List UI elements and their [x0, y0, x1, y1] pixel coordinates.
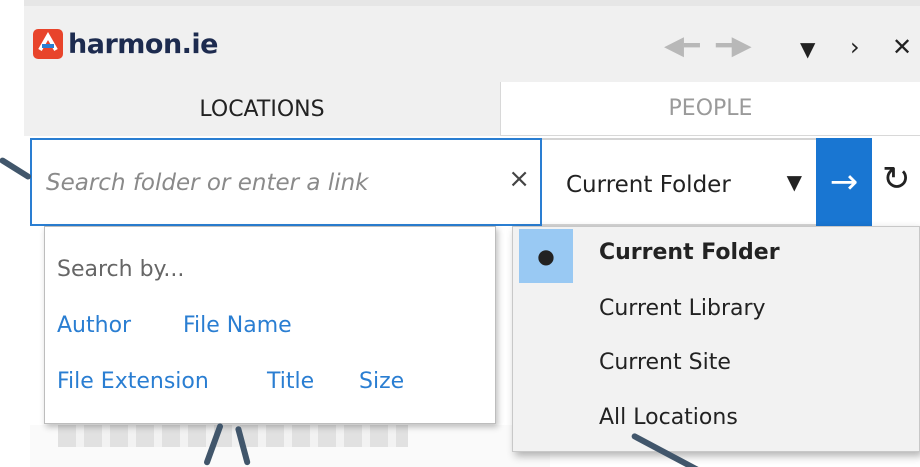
- search-by-author[interactable]: Author: [57, 313, 131, 338]
- refresh-icon[interactable]: ↻: [882, 162, 911, 196]
- tab-locations[interactable]: LOCATIONS: [24, 82, 500, 136]
- search-by-file-extension[interactable]: File Extension: [57, 369, 209, 394]
- tab-people[interactable]: PEOPLE: [500, 82, 920, 136]
- search-input[interactable]: Search folder or enter a link ×: [30, 138, 542, 226]
- harmonie-logo: harmon.ie: [32, 28, 219, 60]
- blurred-result-row: [58, 425, 408, 447]
- search-by-heading: Search by...: [57, 257, 185, 282]
- menu-item-label: All Locations: [599, 405, 738, 430]
- menu-item-label: Current Folder: [599, 240, 780, 265]
- logo-text: harmon.ie: [68, 28, 219, 60]
- tab-bar: LOCATIONS PEOPLE: [24, 82, 920, 136]
- search-by-size[interactable]: Size: [359, 369, 404, 394]
- scope-dropdown[interactable]: Current Folder ▼: [542, 138, 816, 226]
- logo-mark-icon: [32, 28, 64, 60]
- dropdown-caret-icon: ▼: [786, 170, 802, 194]
- close-icon[interactable]: ✕: [892, 35, 912, 59]
- search-by-popup: Search by... Author File Name File Exten…: [44, 226, 496, 424]
- forward-arrow-icon[interactable]: ━▶: [716, 33, 752, 59]
- menu-item-current-site[interactable]: Current Site: [513, 337, 920, 391]
- callout-pointer: [0, 156, 33, 181]
- scope-menu: ● Current Folder Current Library Current…: [512, 226, 920, 452]
- search-by-title[interactable]: Title: [267, 369, 314, 394]
- menu-item-label: Current Library: [599, 296, 766, 321]
- clear-search-icon[interactable]: ×: [508, 166, 530, 192]
- go-button[interactable]: →: [816, 138, 872, 226]
- menu-caret-icon[interactable]: ▼: [800, 39, 815, 59]
- scope-selected-value: Current Folder: [566, 172, 731, 198]
- menu-item-label: Current Site: [599, 350, 731, 375]
- back-arrow-icon[interactable]: ◀━: [664, 33, 700, 59]
- selected-bullet-icon: ●: [519, 229, 573, 283]
- menu-item-current-library[interactable]: Current Library: [513, 283, 920, 337]
- search-placeholder: Search folder or enter a link: [46, 170, 369, 196]
- expand-icon[interactable]: ›: [850, 35, 860, 59]
- menu-item-current-folder[interactable]: ● Current Folder: [513, 227, 920, 283]
- title-bar: harmon.ie ◀━ ━▶ ▼ › ✕: [24, 0, 920, 82]
- search-by-file-name[interactable]: File Name: [183, 313, 292, 338]
- menu-item-all-locations[interactable]: All Locations: [513, 392, 920, 446]
